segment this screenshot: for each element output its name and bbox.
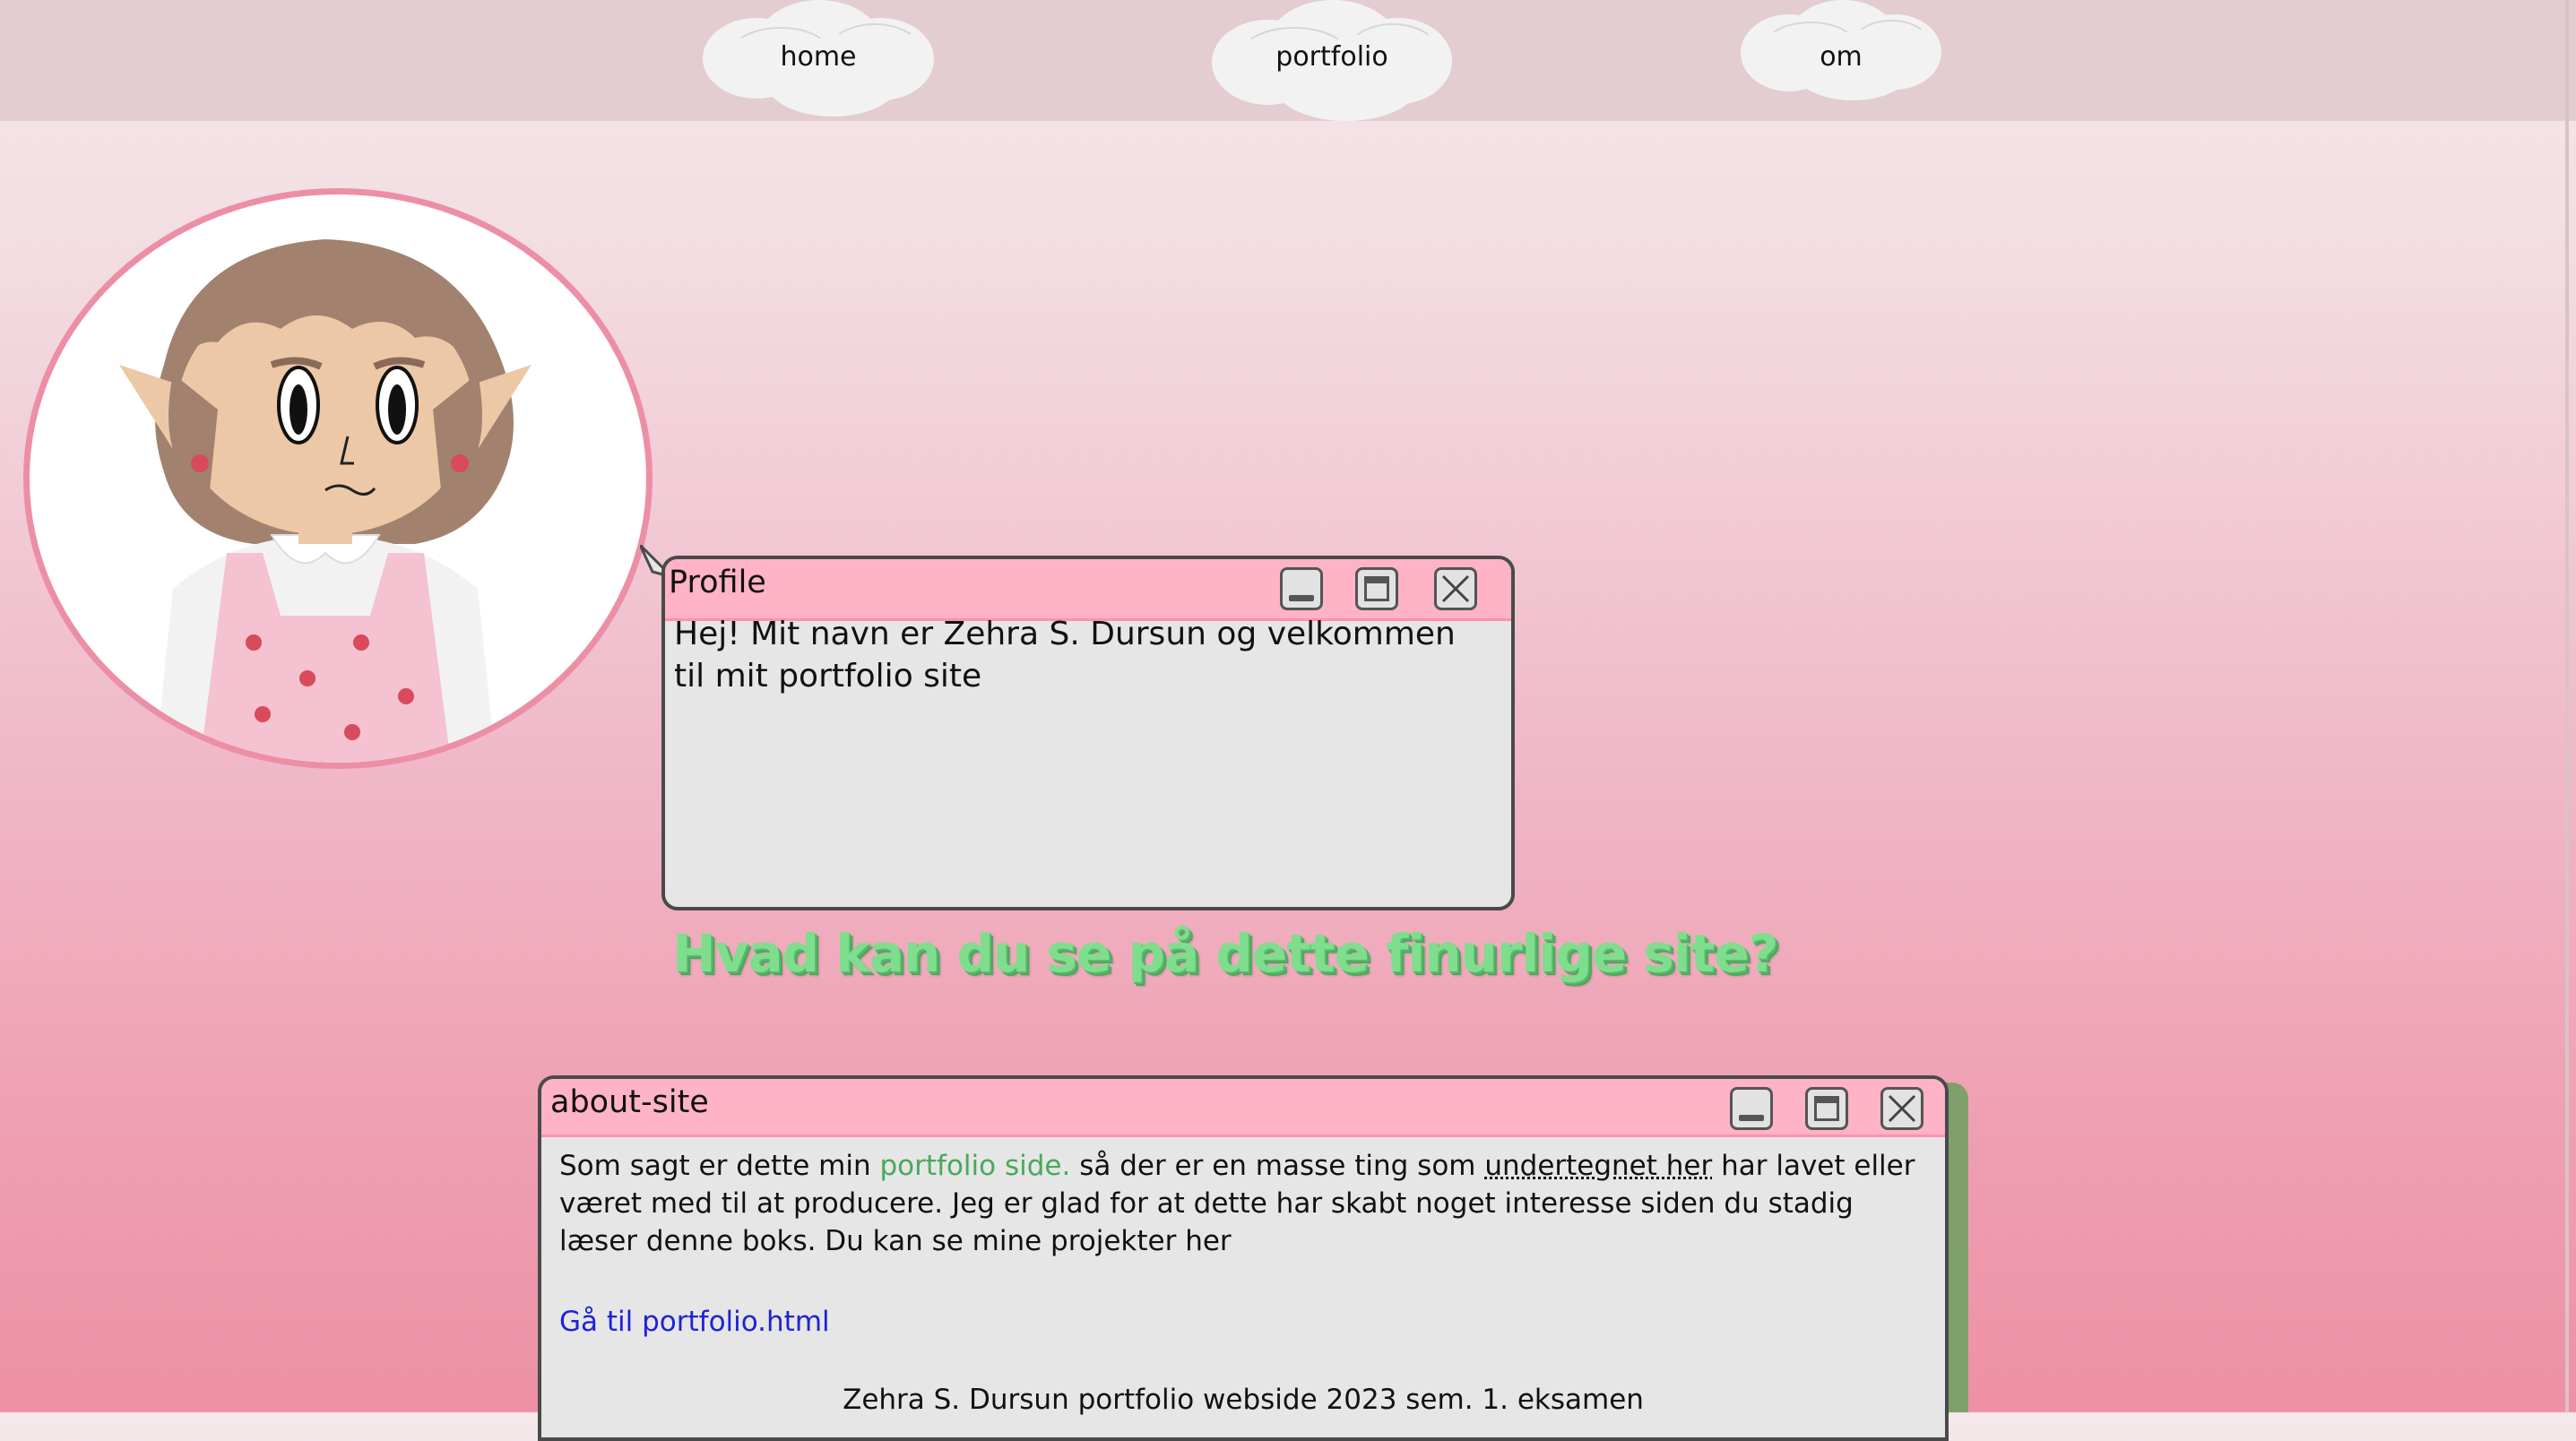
profile-greeting-text: Hej! Mit navn er Zehra S. Dursun og velk… xyxy=(674,616,1456,695)
scrollbar-track[interactable] xyxy=(2565,0,2569,1412)
portfolio-link[interactable]: Gå til portfolio.html xyxy=(559,1306,830,1338)
about-site-window: about-site Som sagt er dette min portfol… xyxy=(538,1075,1949,1441)
undertegnet-abbr: undertegnet her xyxy=(1484,1150,1713,1182)
profile-avatar xyxy=(23,188,653,769)
about-site-text: Som sagt er dette min portfolio side. så… xyxy=(559,1147,1940,1260)
profile-window-titlebar[interactable]: Profile xyxy=(665,559,1511,621)
profile-window-title: Profile xyxy=(669,565,766,600)
minimize-icon[interactable] xyxy=(1280,567,1323,610)
avatar-illustration xyxy=(119,239,532,763)
nav-om-link[interactable]: om xyxy=(1741,41,1941,73)
about-window-title: about-site xyxy=(550,1084,709,1120)
nav-home-link[interactable]: home xyxy=(703,41,934,73)
nav-portfolio-cloud[interactable]: portfolio xyxy=(1212,0,1452,121)
section-heading: Hvad kan du se på dette finurlige site? xyxy=(672,923,1778,984)
about-text-part: Som sagt er dette min xyxy=(559,1150,880,1182)
nav-om-cloud[interactable]: om xyxy=(1741,0,1941,100)
top-nav: home portfolio om xyxy=(0,0,2576,121)
about-window-titlebar[interactable]: about-site xyxy=(541,1079,1945,1137)
nav-home-cloud[interactable]: home xyxy=(703,0,934,116)
site-footer: Zehra S. Dursun portfolio webside 2023 s… xyxy=(843,1384,1644,1416)
minimize-icon[interactable] xyxy=(1730,1087,1773,1130)
close-icon[interactable] xyxy=(1434,567,1477,610)
profile-window: Profile Hej! Mit navn er Zehra S. Dursun… xyxy=(661,556,1515,910)
maximize-icon[interactable] xyxy=(1355,567,1398,610)
maximize-icon[interactable] xyxy=(1805,1087,1848,1130)
portfolio-side-highlight: portfolio side. xyxy=(879,1150,1071,1182)
close-icon[interactable] xyxy=(1880,1087,1923,1130)
about-text-part: så der er en masse ting som xyxy=(1070,1150,1485,1182)
nav-portfolio-link[interactable]: portfolio xyxy=(1212,41,1452,73)
